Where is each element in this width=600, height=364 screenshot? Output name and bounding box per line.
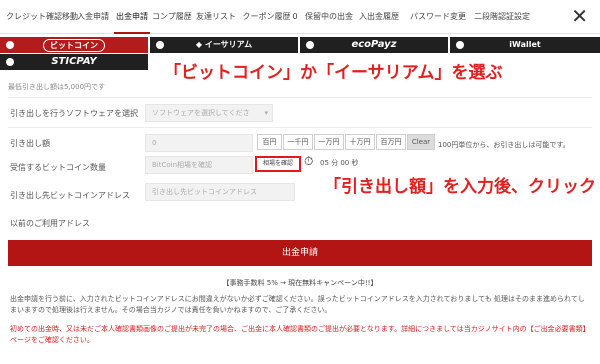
btc-amount-field: BitCoin相場を確認 bbox=[145, 156, 253, 174]
tab-transaction-history[interactable]: 入出金履歴 bbox=[356, 0, 402, 34]
btc-address-input[interactable]: 引き出し先ビットコインアドレス bbox=[145, 183, 295, 201]
method-label: iWallet bbox=[509, 40, 541, 49]
method-ethereum[interactable]: ◆ イーサリアム bbox=[150, 37, 298, 53]
submit-withdrawal-button[interactable]: 出金申請 bbox=[8, 240, 592, 266]
confirm-rate-button[interactable]: 相場を確認 bbox=[255, 156, 301, 172]
stopwatch-icon: ⏱ bbox=[304, 154, 314, 168]
tab-change-password[interactable]: パスワード変更 bbox=[410, 0, 466, 34]
tab-two-factor-settings[interactable]: 二段階認証設定 bbox=[472, 0, 532, 34]
divider bbox=[8, 97, 592, 98]
chevron-down-icon: ▾ bbox=[264, 109, 268, 117]
annotation-enter-amount: 「引き出し額」を入力後、クリック bbox=[324, 172, 596, 197]
withdrawal-modal: クレジット確認移動 入金申請 出金申請 コンプ履歴 友達リスト クーポン履歴 0 … bbox=[0, 0, 600, 364]
coupon-count-badge: 0 bbox=[292, 12, 298, 21]
method-label: ecoPayz bbox=[351, 39, 397, 50]
address-warning-note: 出金申請を行う前に、入力されたビットコインアドレスにお間違えがないか必ずご確認く… bbox=[10, 295, 585, 314]
method-sticpay[interactable]: STICPAY bbox=[0, 54, 148, 70]
annotation-choose-currency: 「ビットコイン」か「イーサリアム」を選ぶ bbox=[164, 58, 503, 83]
method-label: ビットコイン bbox=[43, 39, 105, 52]
divider bbox=[8, 127, 592, 128]
amount-hint: 100円単位から、お引き出しは可能です。 bbox=[438, 141, 570, 149]
rate-timer: 05 分 00 秒 bbox=[320, 159, 359, 167]
software-label: 引き出しを行うソフトウェアを選択 bbox=[10, 109, 138, 118]
method-label: イーサリアム bbox=[204, 40, 253, 49]
min-amount-text: 最低引き出し額は5,000円です bbox=[8, 83, 106, 91]
tab-bar: クレジット確認移動 入金申請 出金申請 コンプ履歴 友達リスト クーポン履歴 0 … bbox=[0, 0, 600, 34]
method-label: STICPAY bbox=[51, 56, 97, 67]
amount-input[interactable]: 0 bbox=[145, 134, 253, 152]
method-iwallet[interactable]: iWallet bbox=[450, 37, 600, 53]
method-bitcoin[interactable]: ビットコイン bbox=[0, 37, 148, 53]
software-select[interactable]: ソフトウェアを選択してくださ ▾ bbox=[145, 104, 273, 122]
clear-amount-button[interactable]: Clear bbox=[407, 134, 435, 150]
add-100000-button[interactable]: 十万円 bbox=[345, 134, 375, 150]
tab-deposit-request[interactable]: 入金申請 bbox=[74, 0, 112, 34]
fee-campaign-text: 【事務手数料 5% → 現在無料キャンペーン中!!】 bbox=[222, 279, 378, 287]
tab-coupon-history[interactable]: クーポン履歴 0 bbox=[240, 0, 300, 34]
close-icon[interactable]: ✕ bbox=[571, 6, 588, 26]
btc-amount-label: 受信するビットコイン数量 bbox=[10, 163, 106, 172]
add-1000-button[interactable]: 一千円 bbox=[283, 134, 313, 150]
tab-credit-transfer[interactable]: クレジット確認移動 bbox=[6, 0, 78, 34]
add-10000-button[interactable]: 一万円 bbox=[314, 134, 344, 150]
tab-comp-history[interactable]: コンプ履歴 bbox=[152, 0, 192, 34]
add-100-button[interactable]: 百円 bbox=[257, 134, 282, 150]
tab-pending-withdrawals[interactable]: 保留中の出金 bbox=[304, 0, 354, 34]
ethereum-icon: ◆ bbox=[195, 40, 205, 49]
previous-address-label: 以前のご利用アドレス bbox=[10, 219, 90, 228]
btc-address-label: 引き出し先ビットコインアドレス bbox=[10, 191, 130, 200]
method-ecopayz[interactable]: ecoPayz bbox=[300, 37, 448, 53]
kyc-note: 初めての出金時、又は未だご本人確認書類画像のご提出が未完了の場合、ご出金に本人確… bbox=[10, 325, 590, 344]
tab-withdrawal-request[interactable]: 出金申請 bbox=[114, 0, 150, 34]
tab-friends-list[interactable]: 友達リスト bbox=[196, 0, 236, 34]
add-1000000-button[interactable]: 百万円 bbox=[376, 134, 406, 150]
amount-label: 引き出し額 bbox=[10, 139, 50, 148]
